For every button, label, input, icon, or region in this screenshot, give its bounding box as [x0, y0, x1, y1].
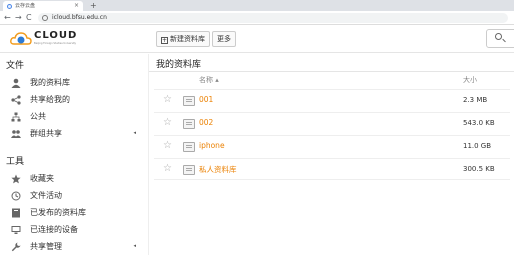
search-input[interactable] [486, 29, 514, 48]
expand-arrow-icon[interactable]: ◂ [133, 125, 136, 142]
sidebar-item-label: 共享管理 [30, 242, 62, 251]
star-icon [11, 174, 21, 184]
tab-close-icon[interactable]: × [74, 1, 79, 11]
star-outline-icon[interactable]: ☆ [163, 140, 172, 151]
library-icon [183, 96, 195, 106]
share-icon [11, 95, 21, 105]
sidebar-item-label: 文件活动 [30, 191, 62, 200]
new-library-button[interactable]: + 新建资料库 [156, 31, 210, 47]
sidebar: 文件 我的资料库 共享给我的 公共 群组共享 ◂ 工具 收藏夹 文件活动 已发布… [0, 54, 148, 255]
library-size: 11.0 GB [463, 142, 492, 150]
browser-tab[interactable]: 云存云盘 × [3, 1, 83, 11]
user-icon [11, 78, 21, 88]
site-info-icon[interactable] [42, 15, 48, 21]
new-tab-button[interactable]: + [90, 0, 97, 11]
sidebar-item-label: 已发布的资料库 [30, 208, 86, 217]
library-size: 300.5 KB [463, 165, 495, 173]
logo-text: CLOUD [34, 30, 78, 41]
expand-arrow-icon[interactable]: ◂ [133, 238, 136, 255]
sidebar-item-label: 已连接的设备 [30, 225, 78, 234]
sidebar-item-linked-devices[interactable]: 已连接的设备 [0, 221, 146, 238]
reload-button[interactable]: C [26, 12, 32, 24]
more-label: 更多 [217, 35, 231, 43]
library-name-link[interactable]: 001 [199, 95, 213, 104]
sidebar-item-label: 群组共享 [30, 129, 62, 138]
sidebar-item-favorites[interactable]: 收藏夹 [0, 170, 146, 187]
star-outline-icon[interactable]: ☆ [163, 117, 172, 128]
table-row[interactable]: ☆ 002 543.0 KB [154, 112, 510, 134]
url-field[interactable]: icloud.bfsu.edu.cn [38, 13, 508, 23]
sidebar-item-share-admin[interactable]: 共享管理 ◂ [0, 238, 146, 255]
table-row[interactable]: ☆ 私人资料库 300.5 KB [154, 158, 510, 180]
app-header: CLOUD Beijing Foreign Studies University… [0, 26, 514, 53]
library-icon [183, 165, 195, 175]
library-icon [183, 142, 195, 152]
org-icon [11, 112, 21, 122]
library-icon [183, 119, 195, 129]
monitor-icon [11, 226, 21, 234]
tab-title: 云存云盘 [15, 3, 36, 9]
search-icon [495, 33, 502, 40]
star-outline-icon[interactable]: ☆ [163, 94, 172, 105]
sidebar-item-published-libraries[interactable]: 已发布的资料库 [0, 204, 146, 221]
size-column-header[interactable]: 大小 [463, 75, 477, 85]
favicon-icon [7, 4, 12, 9]
group-icon [11, 130, 21, 138]
sidebar-item-label: 收藏夹 [30, 174, 54, 183]
table-row[interactable]: ☆ iphone 11.0 GB [154, 135, 510, 157]
address-bar-row: ← → C icloud.bfsu.edu.cn [0, 11, 514, 25]
sidebar-item-my-libraries[interactable]: 我的资料库 [0, 74, 146, 91]
sidebar-item-file-activity[interactable]: 文件活动 [0, 187, 146, 204]
clock-icon [11, 191, 21, 201]
sidebar-item-label: 共享给我的 [30, 95, 70, 104]
url-text: icloud.bfsu.edu.cn [52, 14, 107, 21]
star-outline-icon[interactable]: ☆ [163, 163, 172, 174]
library-size: 2.3 MB [463, 96, 488, 104]
cloud-logo-icon [10, 32, 32, 45]
files-section-title: 文件 [6, 61, 25, 71]
name-column-header[interactable]: 名称 ▴ [199, 75, 219, 85]
table-row[interactable]: ☆ 001 2.3 MB [154, 89, 510, 111]
back-button[interactable]: ← [4, 12, 11, 24]
sidebar-item-group-share[interactable]: 群组共享 ◂ [0, 125, 146, 142]
library-name-link[interactable]: 私人资料库 [199, 164, 237, 175]
book-icon [12, 208, 20, 218]
logo-subtitle: Beijing Foreign Studies University [34, 42, 77, 45]
title-divider [149, 71, 514, 72]
sidebar-item-public[interactable]: 公共 [0, 108, 146, 125]
more-button[interactable]: 更多 [212, 31, 236, 47]
forward-button[interactable]: → [15, 12, 22, 24]
library-name-link[interactable]: 002 [199, 118, 213, 127]
library-size: 543.0 KB [463, 119, 495, 127]
sidebar-item-label: 我的资料库 [30, 78, 70, 87]
library-name-link[interactable]: iphone [199, 141, 225, 150]
page-title: 我的资料库 [156, 60, 202, 70]
main-panel: 我的资料库 名称 ▴ 大小 ☆ 001 2.3 MB ☆ 002 543.0 K… [148, 54, 514, 255]
sidebar-item-label: 公共 [30, 112, 46, 121]
wrench-icon [11, 242, 21, 252]
logo[interactable]: CLOUD Beijing Foreign Studies University [10, 29, 78, 49]
sidebar-item-shared-with-me[interactable]: 共享给我的 [0, 91, 146, 108]
new-library-label: 新建资料库 [170, 35, 205, 43]
plus-icon: + [161, 37, 168, 44]
browser-tab-bar: 云存云盘 × + [0, 0, 514, 11]
tools-section-title: 工具 [6, 157, 25, 167]
